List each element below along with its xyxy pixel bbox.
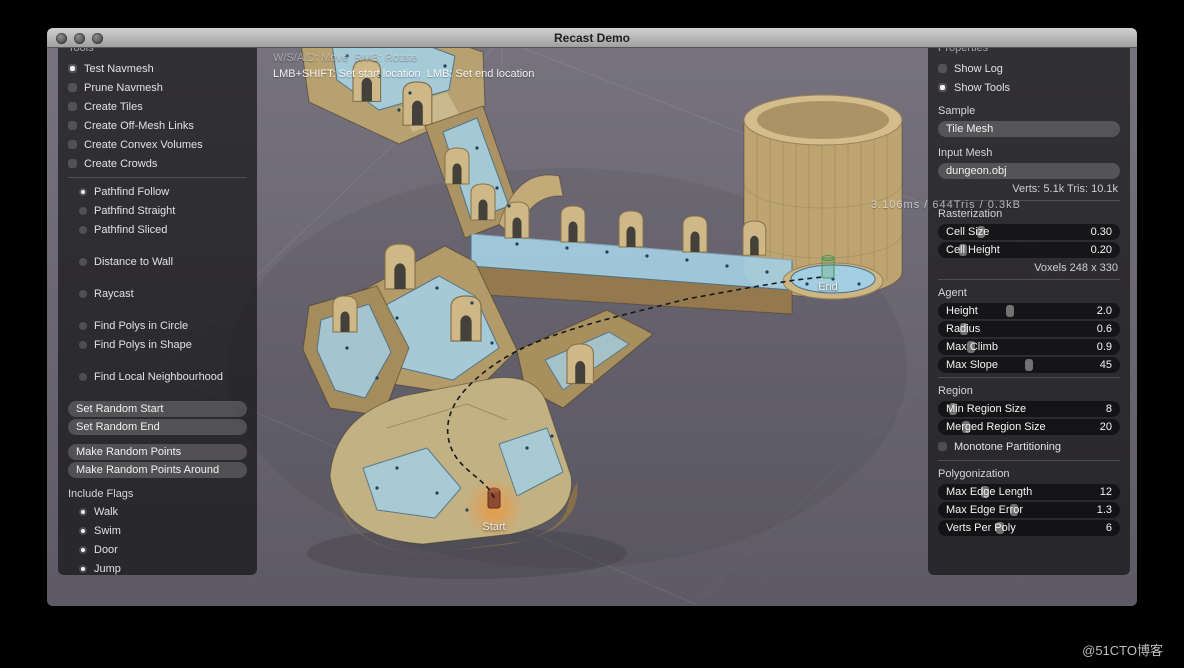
tile-build-stats: 3.106ms / 644Tris / 0.3kB bbox=[871, 199, 1021, 211]
spacer bbox=[58, 437, 257, 442]
tool-item-create-convex-volumes[interactable]: Create Convex Volumes bbox=[58, 135, 257, 154]
toolmode-raycast[interactable]: Raycast bbox=[58, 284, 257, 303]
tool-item-create-crowds[interactable]: Create Crowds bbox=[58, 154, 257, 173]
tool-item-prune-navmesh[interactable]: Prune Navmesh bbox=[58, 78, 257, 97]
divider bbox=[938, 460, 1120, 461]
toolmode-pathfind-sliced[interactable]: Pathfind Sliced bbox=[58, 220, 257, 239]
mesh-stats: Verts: 5.1k Tris: 10.1k bbox=[928, 181, 1130, 196]
close-button[interactable] bbox=[56, 33, 67, 44]
radio-icon bbox=[68, 121, 77, 130]
toolmode-find-local-neighbourhood[interactable]: Find Local Neighbourhood bbox=[58, 367, 257, 386]
input-mesh-select-button[interactable]: dungeon.obj bbox=[938, 163, 1120, 179]
divider bbox=[938, 377, 1120, 378]
end-agent-marker bbox=[822, 256, 834, 279]
max-slope-slider[interactable]: Max Slope 45 bbox=[938, 357, 1120, 373]
region-title: Region bbox=[928, 382, 1130, 399]
radio-icon bbox=[79, 565, 87, 573]
radio-icon bbox=[68, 102, 77, 111]
include-flags-title: Include Flags bbox=[58, 485, 257, 502]
tools-panel: Tools Test Navmesh Prune Navmesh Create … bbox=[58, 35, 257, 575]
slider-handle[interactable] bbox=[1006, 305, 1014, 317]
checkbox-icon bbox=[938, 83, 947, 92]
minimize-button[interactable] bbox=[74, 33, 85, 44]
toolmode-pathfind-straight[interactable]: Pathfind Straight bbox=[58, 201, 257, 220]
max-climb-slider[interactable]: Max Climb 0.9 bbox=[938, 339, 1120, 355]
toolmode-find-polys-in-circle[interactable]: Find Polys in Circle bbox=[58, 316, 257, 335]
radio-icon bbox=[79, 322, 87, 330]
zoom-button[interactable] bbox=[92, 33, 103, 44]
properties-panel: Properties Show Log Show Tools Sample Ti… bbox=[928, 35, 1130, 575]
merged-region-size-slider[interactable]: Merged Region Size 20 bbox=[938, 419, 1120, 435]
spacer bbox=[58, 303, 257, 316]
max-edge-error-slider[interactable]: Max Edge Error 1.3 bbox=[938, 502, 1120, 518]
set-random-start-button[interactable]: Set Random Start bbox=[68, 401, 247, 417]
radio-icon bbox=[79, 290, 87, 298]
toolmode-pathfind-follow[interactable]: Pathfind Follow bbox=[58, 182, 257, 201]
verts-per-poly-slider[interactable]: Verts Per Poly 6 bbox=[938, 520, 1120, 536]
help-text-set-location: LMB+SHIFT: Set start location LMB: Set e… bbox=[273, 68, 534, 80]
help-text-move: W/S/A/D: Move RMB: Rotate bbox=[273, 52, 417, 64]
radio-icon bbox=[79, 527, 87, 535]
radio-icon bbox=[68, 64, 77, 73]
slider-handle[interactable] bbox=[1025, 359, 1033, 371]
agent-radius-slider[interactable]: Radius 0.6 bbox=[938, 321, 1120, 337]
screen: Recast Demo bbox=[0, 0, 1184, 668]
voxels-stats: Voxels 248 x 330 bbox=[928, 260, 1130, 275]
radio-icon bbox=[79, 226, 87, 234]
spacer bbox=[58, 386, 257, 399]
set-random-end-button[interactable]: Set Random End bbox=[68, 419, 247, 435]
flag-walk[interactable]: Walk bbox=[58, 502, 257, 521]
agent-height-slider[interactable]: Height 2.0 bbox=[938, 303, 1120, 319]
recast-demo-window: Recast Demo bbox=[47, 28, 1137, 606]
titlebar[interactable]: Recast Demo bbox=[47, 28, 1137, 48]
sample-label: Sample bbox=[928, 102, 1130, 119]
spacer bbox=[58, 271, 257, 284]
show-tools-checkbox[interactable]: Show Tools bbox=[928, 78, 1130, 97]
radio-icon bbox=[68, 140, 77, 149]
radio-icon bbox=[68, 159, 77, 168]
tool-item-test-navmesh[interactable]: Test Navmesh bbox=[58, 59, 257, 78]
checkbox-icon bbox=[938, 442, 947, 451]
toolmode-find-polys-in-shape[interactable]: Find Polys in Shape bbox=[58, 335, 257, 354]
flag-door[interactable]: Door bbox=[58, 540, 257, 559]
show-log-checkbox[interactable]: Show Log bbox=[928, 59, 1130, 78]
make-random-points-button[interactable]: Make Random Points bbox=[68, 444, 247, 460]
start-label: Start bbox=[482, 521, 505, 533]
monotone-partitioning-checkbox[interactable]: Monotone Partitioning bbox=[928, 437, 1130, 456]
flag-jump[interactable]: Jump bbox=[58, 559, 257, 575]
agent-title: Agent bbox=[928, 284, 1130, 301]
max-edge-length-slider[interactable]: Max Edge Length 12 bbox=[938, 484, 1120, 500]
min-region-size-slider[interactable]: Min Region Size 8 bbox=[938, 401, 1120, 417]
radio-icon bbox=[79, 373, 87, 381]
radio-icon bbox=[79, 508, 87, 516]
cell-size-slider[interactable]: Cell Size 0.30 bbox=[938, 224, 1120, 240]
spacer bbox=[58, 354, 257, 367]
checkbox-icon bbox=[938, 64, 947, 73]
cell-height-slider[interactable]: Cell Height 0.20 bbox=[938, 242, 1120, 258]
radio-icon bbox=[79, 188, 87, 196]
make-random-points-around-button[interactable]: Make Random Points Around bbox=[68, 462, 247, 478]
radio-icon bbox=[68, 83, 77, 92]
spacer bbox=[58, 239, 257, 252]
end-label: End bbox=[818, 281, 838, 293]
divider bbox=[938, 279, 1120, 280]
toolmode-distance-to-wall[interactable]: Distance to Wall bbox=[58, 252, 257, 271]
radio-icon bbox=[79, 207, 87, 215]
polygonization-title: Polygonization bbox=[928, 465, 1130, 482]
window-title: Recast Demo bbox=[554, 31, 630, 45]
input-mesh-label: Input Mesh bbox=[928, 144, 1130, 161]
watermark: @51CTO博客 bbox=[1082, 640, 1163, 659]
tool-item-create-offmesh-links[interactable]: Create Off-Mesh Links bbox=[58, 116, 257, 135]
tool-item-create-tiles[interactable]: Create Tiles bbox=[58, 97, 257, 116]
radio-icon bbox=[79, 546, 87, 554]
window-controls bbox=[56, 33, 103, 44]
radio-icon bbox=[79, 258, 87, 266]
sample-select-button[interactable]: Tile Mesh bbox=[938, 121, 1120, 137]
flag-swim[interactable]: Swim bbox=[58, 521, 257, 540]
divider bbox=[68, 177, 247, 178]
radio-icon bbox=[79, 341, 87, 349]
